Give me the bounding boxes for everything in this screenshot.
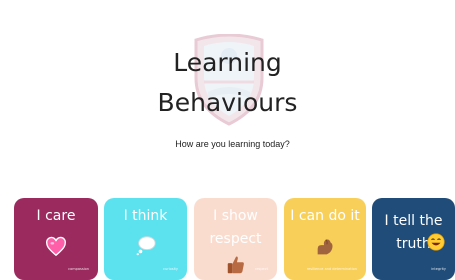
card-i-tell-the-truth[interactable]: I tell the truth integrity bbox=[372, 198, 455, 280]
card-footnote: compassion bbox=[68, 267, 89, 271]
heart-icon bbox=[45, 236, 67, 258]
thought-bubble-icon bbox=[135, 234, 157, 256]
card-footnote: respect bbox=[254, 267, 268, 271]
card-footnote: resilience and determination bbox=[306, 267, 357, 271]
card-label: I think bbox=[123, 208, 168, 224]
card-label: I can do it bbox=[290, 208, 360, 224]
thumbs-up-icon bbox=[225, 254, 247, 276]
card-i-can-do-it[interactable]: I can do it resilience and determination bbox=[284, 198, 366, 280]
smiley-icon bbox=[427, 233, 445, 251]
card-i-care[interactable]: I care compassion bbox=[14, 198, 98, 280]
card-label: I care bbox=[36, 208, 76, 224]
flexed-arm-icon bbox=[314, 236, 336, 258]
card-footnote: integrity bbox=[431, 267, 446, 271]
card-i-think[interactable]: I think curiosity bbox=[104, 198, 187, 280]
card-footnote: curiosity bbox=[163, 267, 178, 271]
behaviour-cards: I care compassion I think curiosity I sh… bbox=[0, 0, 455, 280]
card-i-show-respect[interactable]: I show respect respect bbox=[194, 198, 277, 280]
card-label: I show respect bbox=[209, 208, 262, 247]
